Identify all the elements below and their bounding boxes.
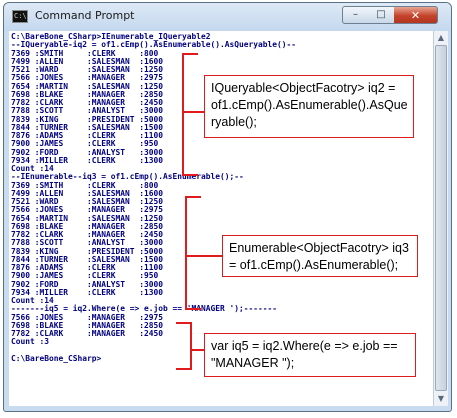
maximize-button[interactable]: □ — [368, 6, 395, 24]
title-bar[interactable]: C:\ Command Prompt – □ ✕ — [4, 3, 451, 31]
annotation-connector-line — [184, 111, 204, 113]
close-button[interactable]: ✕ — [394, 6, 438, 24]
annotation-bracket-line — [182, 53, 198, 55]
annotation-connector-line — [192, 349, 204, 351]
scroll-down-arrow-icon[interactable]: ▼ — [435, 393, 447, 405]
command-prompt-icon[interactable]: C:\ — [12, 10, 28, 23]
annotation-connector-line — [187, 255, 222, 257]
annotation-bracket-line — [176, 322, 192, 324]
annotation-bracket-line — [176, 368, 192, 370]
window-title: Command Prompt — [35, 9, 135, 22]
vertical-scrollbar[interactable]: ▲ ▼ — [433, 31, 448, 406]
scrollbar-thumb[interactable] — [435, 45, 447, 391]
annotation-bracket-line — [185, 308, 201, 310]
scroll-up-arrow-icon[interactable]: ▲ — [435, 32, 447, 44]
annotation-bracket-line — [190, 322, 192, 370]
annotation-bracket-line — [182, 53, 184, 175]
annotation-bracket-line — [185, 196, 201, 198]
annotation-callout-iq3: Enumerable<ObjectFacotry> iq3 = of1.cEmp… — [222, 235, 418, 277]
annotation-callout-iq2: IQueryable<ObjectFacotry> iq2 = of1.cEmp… — [204, 75, 414, 138]
annotation-bracket-line — [185, 196, 187, 310]
minimize-button[interactable]: – — [342, 6, 369, 24]
annotation-callout-iq5: var iq5 = iq2.Where(e => e.job == "MANAG… — [204, 333, 416, 377]
annotation-bracket-line — [182, 174, 198, 176]
